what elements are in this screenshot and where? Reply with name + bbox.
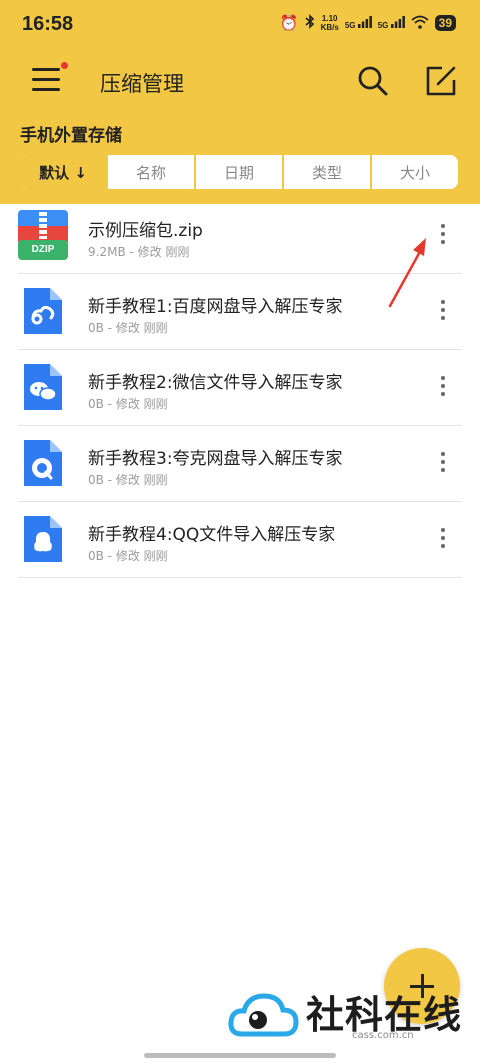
battery-icon: 39 [434, 15, 456, 31]
file-row-tutorial-4[interactable]: 新手教程4:QQ文件导入解压专家 0B - 修改 刚刚 [18, 502, 462, 578]
status-icons: ⏰ 1.10 KB/s 5G 5G 39 [280, 14, 456, 32]
status-bar: 16:58 ⏰ 1.10 KB/s 5G 5G 39 [0, 0, 480, 50]
sort-tab-name[interactable]: 名称 [108, 155, 196, 189]
wifi-icon [411, 15, 429, 32]
file-name: 新手教程2:微信文件导入解压专家 [88, 373, 343, 393]
signal-icon: 5G [345, 16, 372, 30]
more-options-icon[interactable] [436, 376, 450, 400]
menu-icon[interactable] [32, 62, 68, 96]
quark-doc-icon [18, 438, 68, 488]
wechat-doc-icon [18, 362, 68, 412]
file-meta: 9.2MB - 修改 刚刚 [88, 245, 190, 259]
edit-icon[interactable] [424, 64, 458, 98]
file-row-tutorial-1[interactable]: 新手教程1:百度网盘导入解压专家 0B - 修改 刚刚 [18, 274, 462, 350]
net-speed-unit: KB/s [320, 23, 339, 32]
more-options-icon[interactable] [436, 452, 450, 476]
alarm-icon: ⏰ [279, 14, 299, 32]
signal-icon-2: 5G [378, 16, 405, 30]
page-title: 压缩管理 [100, 72, 184, 96]
baidu-doc-icon [18, 286, 68, 336]
file-meta: 0B - 修改 刚刚 [88, 549, 168, 563]
watermark-url: cass.com.cn [352, 1030, 414, 1041]
search-icon[interactable] [356, 64, 390, 98]
more-options-icon[interactable] [436, 528, 450, 552]
status-time: 16:58 [22, 13, 74, 35]
notification-dot [61, 62, 68, 69]
more-options-icon[interactable] [436, 300, 450, 324]
more-options-icon[interactable] [436, 224, 450, 248]
file-name: 示例压缩包.zip [88, 221, 203, 241]
net-speed-value: 1.10 [321, 14, 338, 23]
sort-tabs: 默认 ↓ 名称 日期 类型 大小 [18, 153, 460, 191]
home-indicator[interactable] [144, 1053, 336, 1058]
file-row-zip[interactable]: DZIP 示例压缩包.zip 9.2MB - 修改 刚刚 [18, 198, 462, 274]
sort-tab-type[interactable]: 类型 [284, 155, 372, 189]
cloud-logo-icon [228, 993, 299, 1037]
file-row-tutorial-3[interactable]: 新手教程3:夸克网盘导入解压专家 0B - 修改 刚刚 [18, 426, 462, 502]
file-list: DZIP 示例压缩包.zip 9.2MB - 修改 刚刚 新手教程1:百度网盘导… [0, 198, 480, 578]
qq-doc-icon [18, 514, 68, 564]
file-name: 新手教程4:QQ文件导入解压专家 [88, 525, 336, 545]
file-name: 新手教程3:夸克网盘导入解压专家 [88, 449, 343, 469]
file-name: 新手教程1:百度网盘导入解压专家 [88, 297, 343, 317]
header: 16:58 ⏰ 1.10 KB/s 5G 5G 39 压缩管理 手机外置存储 默… [0, 0, 480, 204]
sort-tab-size[interactable]: 大小 [372, 155, 458, 189]
app-bar: 压缩管理 [0, 52, 480, 112]
sort-tab-date[interactable]: 日期 [196, 155, 284, 189]
file-meta: 0B - 修改 刚刚 [88, 397, 168, 411]
zip-file-icon: DZIP [18, 210, 68, 260]
signal-2-label: 5G [377, 21, 389, 30]
file-row-tutorial-2[interactable]: 新手教程2:微信文件导入解压专家 0B - 修改 刚刚 [18, 350, 462, 426]
storage-location-label: 手机外置存储 [20, 126, 122, 146]
sort-tab-default[interactable]: 默认 ↓ [20, 155, 108, 189]
signal-1-label: 5G [344, 21, 356, 30]
file-meta: 0B - 修改 刚刚 [88, 321, 168, 335]
zip-icon-label: DZIP [31, 244, 55, 255]
net-speed: 1.10 KB/s [321, 14, 339, 32]
watermark: 社科在线 cass.com.cn [228, 980, 468, 1060]
bluetooth-icon [305, 14, 315, 32]
file-meta: 0B - 修改 刚刚 [88, 473, 168, 487]
